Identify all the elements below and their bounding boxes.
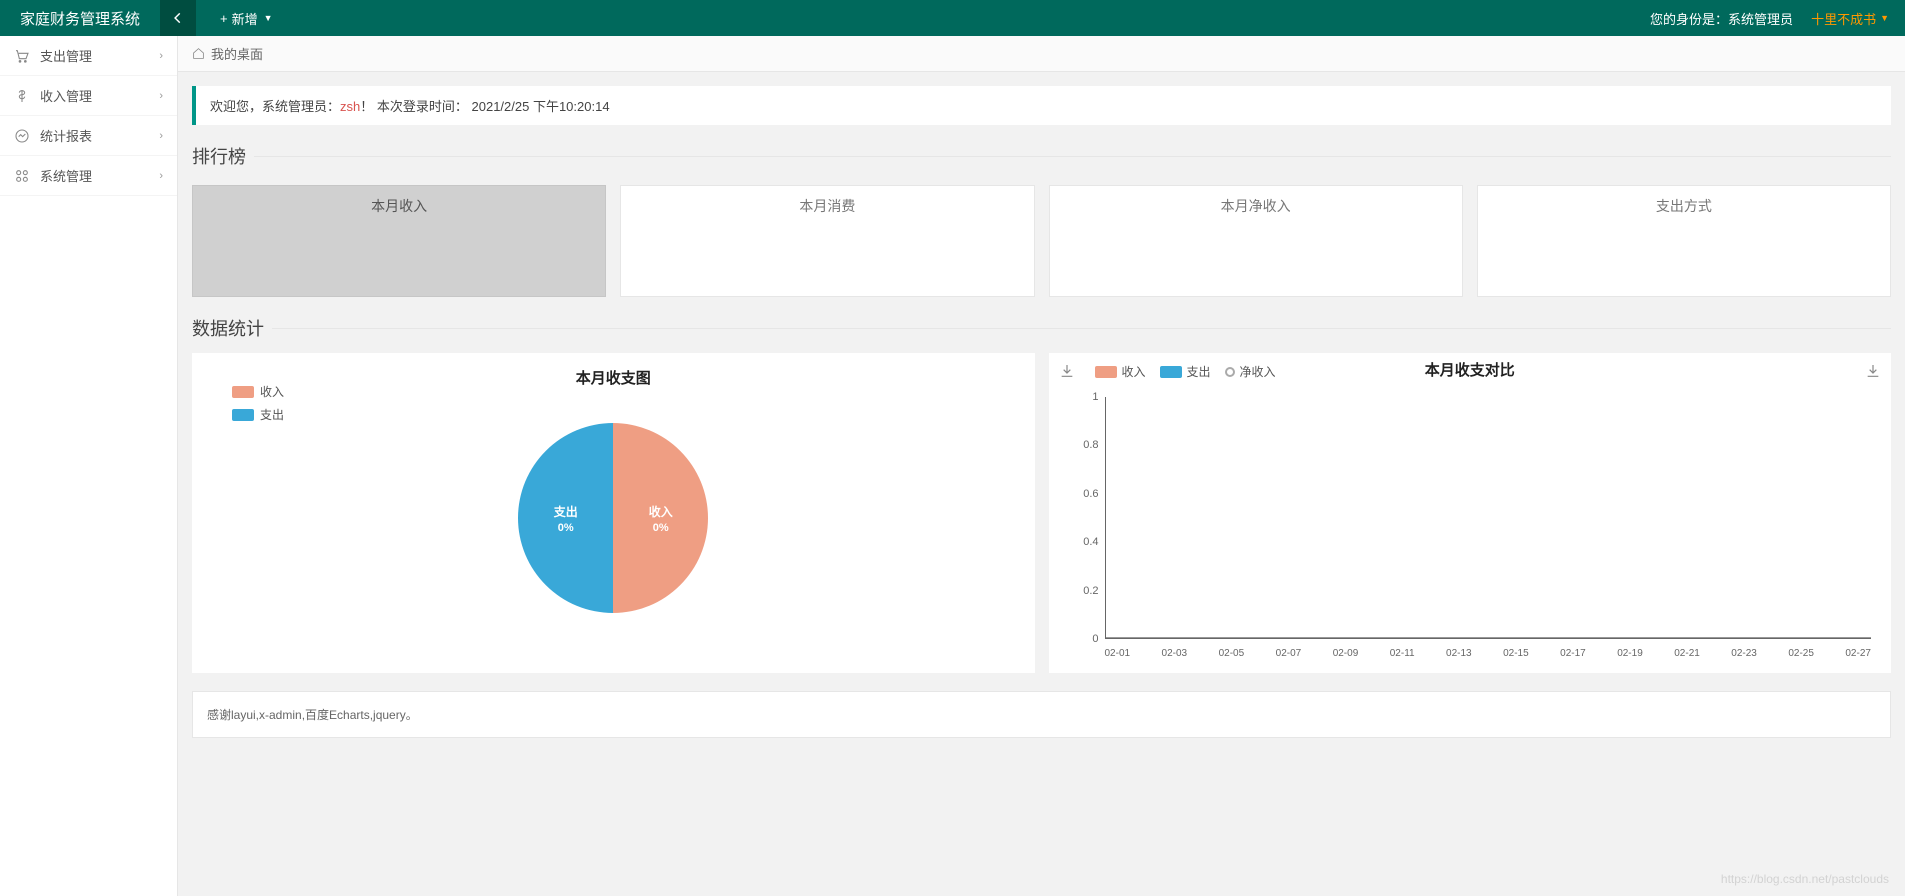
pie-legend: 收入 支出 xyxy=(232,383,284,429)
plus-icon: + xyxy=(220,11,228,26)
welcome-banner: 欢迎您，系统管理员：zsh！ 本次登录时间： 2021/2/25 下午10:20… xyxy=(192,86,1891,125)
rank-card-net[interactable]: 本月净收入 xyxy=(1049,185,1463,297)
ranking-section: 排行榜 本月收入 本月消费 本月净收入 支出方式 xyxy=(192,143,1891,297)
chevron-right-icon: › xyxy=(159,50,163,62)
ranking-legend: 排行榜 xyxy=(192,143,254,169)
line-series xyxy=(1106,637,1872,638)
sidebar-item-system[interactable]: 系统管理 › xyxy=(0,156,177,196)
role-indicator: 您的身份是：系统管理员 xyxy=(1650,9,1793,28)
pie-chart-title: 本月收支图 xyxy=(192,353,1035,388)
legend-swatch xyxy=(232,386,254,398)
breadcrumb-label: 我的桌面 xyxy=(211,44,263,63)
pie-chart: 支出 0% 收入 0% xyxy=(518,423,708,613)
caret-down-icon: ▼ xyxy=(264,13,273,23)
rank-card-expense[interactable]: 本月消费 xyxy=(620,185,1034,297)
chevron-right-icon: › xyxy=(159,90,163,102)
add-label: 新增 xyxy=(232,9,258,28)
legend-ring-icon xyxy=(1225,367,1235,377)
legend-item[interactable]: 净收入 xyxy=(1225,363,1276,380)
sidebar-item-label: 统计报表 xyxy=(40,126,92,145)
legend-item[interactable]: 支出 xyxy=(1160,363,1211,380)
legend-swatch xyxy=(1160,366,1182,378)
legend-item[interactable]: 收入 xyxy=(232,383,284,400)
sidebar: 支出管理 › 收入管理 › 统计报表 › 系统管理 › xyxy=(0,36,178,896)
sidebar-item-expense[interactable]: 支出管理 › xyxy=(0,36,177,76)
chart-icon xyxy=(14,128,30,144)
username-label: 十里不成书 xyxy=(1811,9,1876,28)
sidebar-toggle-button[interactable] xyxy=(160,0,196,36)
chevron-right-icon: › xyxy=(159,170,163,182)
user-menu[interactable]: 十里不成书 ▼ xyxy=(1811,9,1889,28)
footer-credits: 感谢layui,x-admin,百度Echarts,jquery。 xyxy=(192,691,1891,738)
pie-chart-panel: 本月收支图 收入 支出 支出 0% xyxy=(192,353,1035,673)
rank-card-income[interactable]: 本月收入 xyxy=(192,185,606,297)
rank-card-title: 本月消费 xyxy=(621,186,1033,226)
sidebar-item-report[interactable]: 统计报表 › xyxy=(0,116,177,156)
stats-legend: 数据统计 xyxy=(192,315,272,341)
line-chart: 00.20.40.60.81 02-0102-0302-0502-0702-09… xyxy=(1105,397,1872,639)
pie-slice-income: 收入 0% xyxy=(613,423,708,613)
caret-down-icon: ▼ xyxy=(1880,13,1889,23)
grid-icon xyxy=(14,168,30,184)
sidebar-item-label: 收入管理 xyxy=(40,86,92,105)
breadcrumb: 我的桌面 xyxy=(178,36,1905,72)
download-button[interactable] xyxy=(1865,363,1881,382)
home-icon xyxy=(192,47,205,60)
line-legend: 收入 支出 净收入 xyxy=(1095,363,1276,380)
rank-card-title: 本月收入 xyxy=(193,186,605,226)
rank-card-title: 支出方式 xyxy=(1478,186,1890,226)
legend-item[interactable]: 收入 xyxy=(1095,363,1146,380)
add-new-button[interactable]: + 新增 ▼ xyxy=(220,9,273,28)
top-header: 家庭财务管理系统 + 新增 ▼ 您的身份是：系统管理员 十里不成书 ▼ xyxy=(0,0,1905,36)
sidebar-item-label: 系统管理 xyxy=(40,166,92,185)
sidebar-item-income[interactable]: 收入管理 › xyxy=(0,76,177,116)
legend-swatch xyxy=(1095,366,1117,378)
stats-section: 数据统计 本月收支图 收入 支出 支出 0% xyxy=(192,315,1891,673)
legend-swatch xyxy=(232,409,254,421)
chevron-left-icon xyxy=(171,11,185,25)
pie-slice-expense: 支出 0% xyxy=(518,423,613,613)
app-title: 家庭财务管理系统 xyxy=(0,8,160,29)
download-button[interactable] xyxy=(1059,363,1075,382)
chevron-right-icon: › xyxy=(159,130,163,142)
legend-item[interactable]: 支出 xyxy=(232,406,284,423)
welcome-username: zsh xyxy=(340,99,360,114)
line-chart-panel: 收入 支出 净收入 本月收支对比 00.20.40.60.81 02-0102-… xyxy=(1049,353,1892,673)
dollar-icon xyxy=(14,88,30,104)
rank-card-title: 本月净收入 xyxy=(1050,186,1462,226)
sidebar-item-label: 支出管理 xyxy=(40,46,92,65)
cart-icon xyxy=(14,48,30,64)
rank-card-method[interactable]: 支出方式 xyxy=(1477,185,1891,297)
login-time: 2021/2/25 下午10:20:14 xyxy=(472,99,610,114)
